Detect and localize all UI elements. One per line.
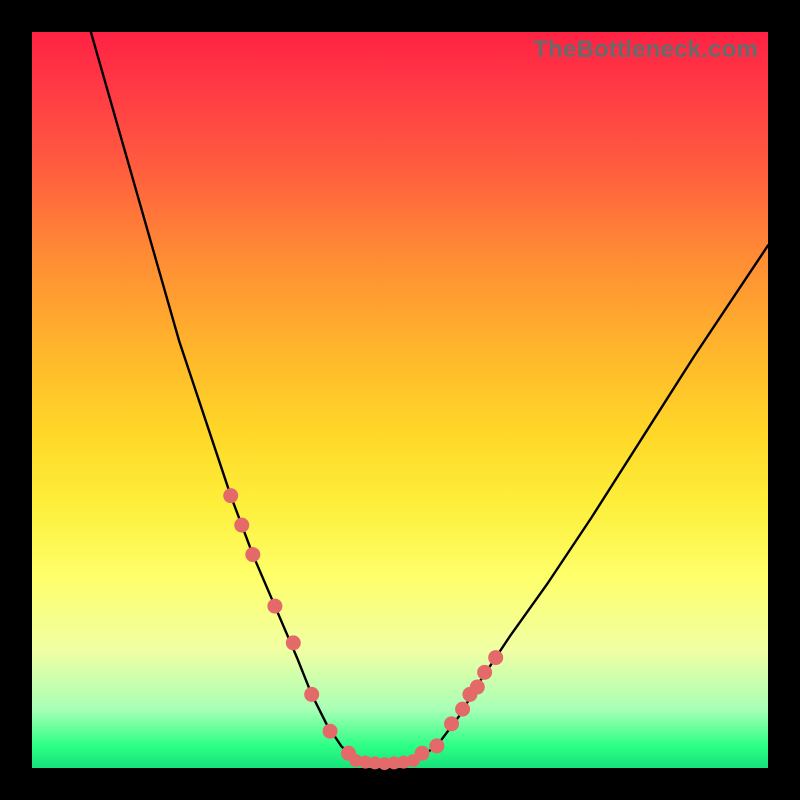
marker-dot [304,687,319,702]
marker-dot [223,488,238,503]
marker-dot [429,738,444,753]
chart-frame: TheBottleneck.com [0,0,800,800]
marker-dot [407,754,420,767]
marker-dot [470,680,485,695]
marker-dot [323,724,338,739]
marker-dot [455,702,470,717]
marker-group-left [223,488,356,761]
marker-dot [267,599,282,614]
marker-dot [477,665,492,680]
marker-dot [245,547,260,562]
marker-dot [444,716,459,731]
marker-group-bottom [349,754,419,770]
marker-dot [286,635,301,650]
curve-svg [32,32,768,768]
marker-dot [488,650,503,665]
marker-dot [234,518,249,533]
plot-area: TheBottleneck.com [32,32,768,768]
curve-left [91,32,356,761]
curve-right [415,245,768,760]
